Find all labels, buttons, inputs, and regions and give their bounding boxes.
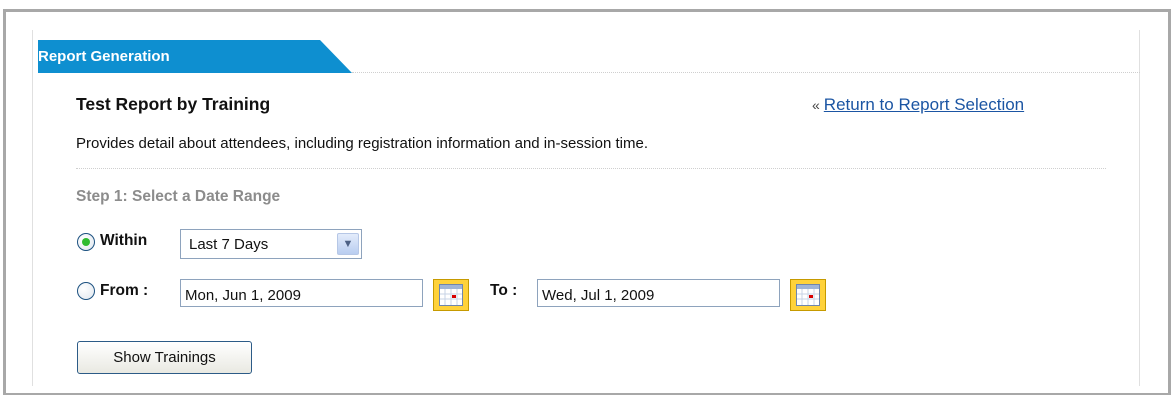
from-radio[interactable] bbox=[77, 282, 95, 300]
within-label: Within bbox=[100, 232, 148, 249]
calendar-icon[interactable] bbox=[433, 279, 469, 311]
back-arrow-icon: « bbox=[812, 97, 820, 113]
section-divider bbox=[76, 168, 1106, 169]
to-label: To : bbox=[490, 282, 518, 299]
to-date-input[interactable] bbox=[537, 279, 780, 307]
return-link[interactable]: Return to Report Selection bbox=[824, 95, 1024, 114]
chevron-down-icon[interactable]: ▼ bbox=[337, 233, 359, 255]
tab-title: Report Generation bbox=[38, 48, 170, 65]
step-heading: Step 1: Select a Date Range bbox=[76, 188, 281, 205]
header-divider bbox=[352, 72, 1140, 73]
show-trainings-button[interactable]: Show Trainings bbox=[77, 341, 252, 374]
return-to-report-selection[interactable]: «Return to Report Selection bbox=[812, 95, 1024, 115]
calendar-icon[interactable] bbox=[790, 279, 826, 311]
report-description: Provides detail about attendees, includi… bbox=[76, 135, 648, 152]
within-radio[interactable] bbox=[77, 233, 95, 251]
within-select[interactable]: Last 7 Days ▼ bbox=[180, 229, 362, 259]
page-title: Test Report by Training bbox=[76, 94, 271, 114]
from-date-input[interactable] bbox=[180, 279, 423, 307]
report-panel bbox=[32, 30, 1140, 386]
from-label: From : bbox=[100, 282, 149, 299]
within-select-value: Last 7 Days bbox=[189, 236, 269, 253]
